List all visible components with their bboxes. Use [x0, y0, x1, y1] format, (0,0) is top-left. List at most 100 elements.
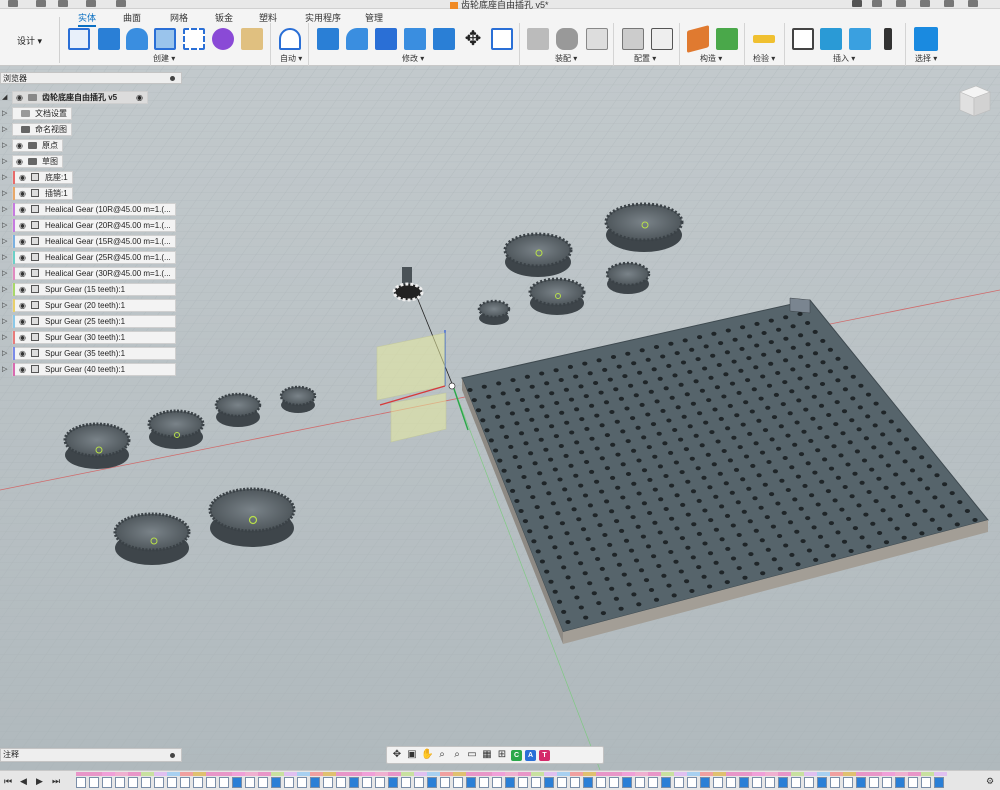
timeline-feature[interactable] [583, 777, 593, 788]
helical-gear-20[interactable] [528, 277, 586, 315]
browser-item[interactable]: ▷ ◉ Healical Gear (30R@45.00 m=1.(... [2, 266, 176, 280]
measure-icon[interactable] [753, 35, 775, 43]
as-built-joint-icon[interactable] [586, 28, 608, 50]
browser-item-box[interactable]: ◉ 原点 [12, 138, 63, 152]
eye-icon[interactable]: ◉ [19, 205, 26, 214]
timeline-feature[interactable] [232, 777, 242, 788]
expand-arrow-icon[interactable]: ▷ [2, 205, 8, 213]
timeline-prev-icon[interactable]: ◀ [20, 776, 27, 787]
timeline-feature[interactable] [544, 777, 554, 788]
construct-group-label[interactable]: 构造 ▾ [700, 53, 722, 64]
expand-arrow-icon[interactable]: ▷ [2, 269, 8, 277]
tab-utilities[interactable]: 实用程序 [305, 11, 341, 24]
refresh-icon[interactable] [896, 0, 906, 7]
timeline-feature[interactable] [843, 777, 853, 788]
timeline-feature[interactable] [765, 777, 775, 788]
browser-item-box[interactable]: ◉ Healical Gear (10R@45.00 m=1.(... [12, 202, 176, 216]
eye-icon[interactable]: ◉ [19, 269, 26, 278]
tab-sheet-metal[interactable]: 钣金 [215, 11, 233, 24]
helical-gear-10[interactable] [477, 299, 511, 325]
modify-group-label[interactable]: 修改 ▾ [402, 53, 424, 64]
browser-item[interactable]: ▷ ◉ Healical Gear (10R@45.00 m=1.(... [2, 202, 176, 216]
grid-icon[interactable]: ▦ [481, 749, 493, 761]
timeline-feature[interactable] [206, 777, 216, 788]
browser-item[interactable]: ▷ ◉ Healical Gear (25R@45.00 m=1.(... [2, 250, 176, 264]
timeline-feature[interactable] [167, 777, 177, 788]
configure-icon[interactable] [622, 28, 644, 50]
browser-item[interactable]: ▷ ◉ Spur Gear (25 teeth):1 [2, 314, 176, 328]
hole-icon[interactable] [154, 28, 176, 50]
timeline-feature[interactable] [323, 777, 333, 788]
joint-icon[interactable] [556, 28, 578, 50]
pattern-icon[interactable] [183, 28, 205, 50]
insert-mcmaster-icon[interactable] [884, 28, 892, 50]
offset-plane-icon[interactable] [687, 25, 709, 53]
display-icon[interactable]: ▭ [466, 749, 478, 761]
chamfer-icon[interactable] [375, 28, 397, 50]
timeline-feature[interactable] [856, 777, 866, 788]
shell-icon[interactable] [404, 28, 426, 50]
active-radio-icon[interactable]: ◉ [136, 93, 143, 102]
browser-item-box[interactable]: ◉ Spur Gear (20 teeth):1 [12, 298, 176, 312]
tab-solid[interactable]: 实体 [78, 11, 97, 27]
timeline-feature[interactable] [414, 777, 424, 788]
pin-icon[interactable] [170, 76, 175, 81]
timeline-feature[interactable] [258, 777, 268, 788]
timeline-feature[interactable] [635, 777, 645, 788]
timeline-feature[interactable] [700, 777, 710, 788]
eye-icon[interactable]: ◉ [19, 333, 26, 342]
timeline-feature[interactable] [479, 777, 489, 788]
badge-a[interactable]: A [525, 749, 536, 761]
timeline-feature[interactable] [492, 777, 502, 788]
timeline-feature[interactable] [427, 777, 437, 788]
design-workspace-button[interactable]: 设计 ▾ [0, 17, 60, 63]
browser-item[interactable]: ▷ 命名视图 [2, 122, 72, 136]
expand-arrow-icon[interactable]: ▷ [2, 365, 8, 373]
timeline-feature[interactable] [882, 777, 892, 788]
timeline-feature[interactable] [76, 777, 86, 788]
browser-item-box[interactable]: ◉ Spur Gear (25 teeth):1 [12, 314, 176, 328]
expand-arrow-icon[interactable]: ▷ [2, 157, 8, 165]
timeline-feature[interactable] [375, 777, 385, 788]
eye-icon[interactable]: ◉ [19, 285, 26, 294]
extrude-icon[interactable] [98, 28, 120, 50]
inspect-group-label[interactable]: 检验 ▾ [753, 53, 775, 64]
timeline-feature[interactable] [661, 777, 671, 788]
select-group-label[interactable]: 选择 ▾ [915, 53, 937, 64]
timeline-feature[interactable] [934, 777, 944, 788]
spur-gear-30[interactable] [63, 422, 131, 469]
timeline-feature[interactable] [336, 777, 346, 788]
combine-icon[interactable] [433, 28, 455, 50]
browser-header[interactable]: 浏览器 [0, 72, 182, 84]
timeline-feature[interactable] [570, 777, 580, 788]
scene-canvas[interactable] [0, 66, 1000, 770]
browser-item-box[interactable]: ◉ Healical Gear (25R@45.00 m=1.(... [12, 250, 176, 264]
eye-icon[interactable]: ◉ [19, 301, 26, 310]
move-icon[interactable]: ✥ [462, 28, 484, 50]
pin-icon[interactable] [170, 753, 175, 758]
timeline-start-icon[interactable]: ⏮ [4, 776, 12, 787]
timeline-feature[interactable] [362, 777, 372, 788]
expand-arrow-icon[interactable]: ▷ [2, 141, 8, 149]
browser-item-box[interactable]: ◉ Spur Gear (15 teeth):1 [12, 282, 176, 296]
browser-item[interactable]: ▷ ◉ 原点 [2, 138, 63, 152]
eye-icon[interactable]: ◉ [19, 189, 26, 198]
expand-arrow-icon[interactable]: ▷ [2, 221, 8, 229]
timeline-feature[interactable] [609, 777, 619, 788]
helical-gear-30[interactable] [604, 202, 684, 252]
browser-item[interactable]: ▷ ◉ 底座:1 [2, 170, 73, 184]
midplane-icon[interactable] [716, 28, 738, 50]
insert-derive-icon[interactable] [792, 28, 814, 50]
timeline-feature[interactable] [752, 777, 762, 788]
tab-surface[interactable]: 曲面 [123, 11, 141, 24]
align-icon[interactable] [491, 28, 513, 50]
timeline-feature[interactable] [154, 777, 164, 788]
timeline-feature[interactable] [284, 777, 294, 788]
auto-group-label[interactable]: 自动 ▾ [280, 53, 302, 64]
timeline-play-icon[interactable]: ▶ [36, 776, 43, 787]
comments-panel[interactable]: 注释 [0, 748, 182, 762]
timeline-feature[interactable] [921, 777, 931, 788]
timeline-feature[interactable] [687, 777, 697, 788]
expand-arrow-icon[interactable]: ▷ [2, 301, 8, 309]
notification-icon[interactable] [944, 0, 954, 7]
